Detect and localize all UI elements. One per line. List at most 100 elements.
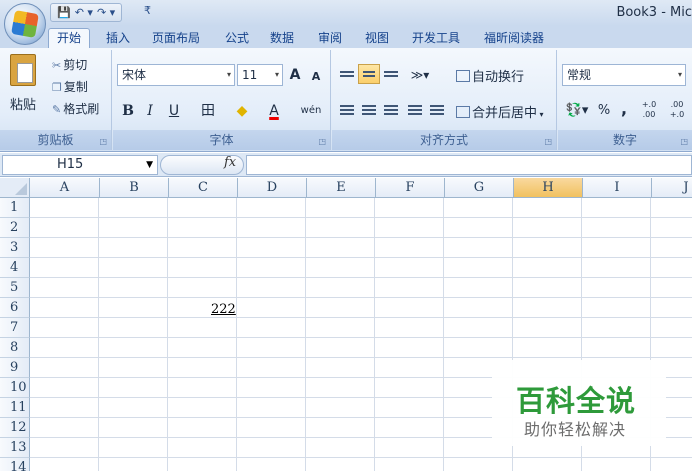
row-header-1[interactable]: 1 [0,198,30,218]
scissors-icon: ✂ [52,59,62,72]
chevron-down-icon: ▾ [537,110,544,119]
column-header-h[interactable]: H [514,178,583,198]
name-box[interactable]: H15 ▼ [2,155,158,175]
column-header-b[interactable]: B [100,178,169,198]
tab-data[interactable]: 数据 [270,29,294,48]
row-header-5[interactable]: 5 [0,278,30,298]
window-title: Book3 - Mic [616,5,692,20]
align-bottom-button[interactable] [380,64,402,84]
chevron-down-icon[interactable]: ▼ [146,156,153,174]
customize-qat-icon[interactable]: ₹ [144,4,151,17]
number-format-combo[interactable]: 常规 ▾ [562,64,686,86]
insert-function-button[interactable]: fx [224,155,236,170]
currency-icon: 💱▾ [565,103,589,118]
font-name-combo[interactable]: 宋体 ▾ [117,64,235,86]
clipboard-group-label: 剪贴板 [0,130,111,150]
align-center-button[interactable] [358,100,380,120]
align-right-button[interactable] [380,100,402,120]
shrink-font-button[interactable]: A [307,66,325,88]
tab-insert[interactable]: 插入 [106,29,130,48]
percent-button[interactable]: % [594,100,614,122]
undo-icon[interactable]: ↶ ▾ [75,6,93,19]
column-header-c[interactable]: C [169,178,238,198]
select-all-button[interactable] [0,178,30,198]
row-header-11[interactable]: 11 [0,398,30,418]
fill-color-button[interactable]: ◆ [229,100,255,122]
quick-access-toolbar: 💾 ↶ ▾ ↷ ▾ [50,3,123,22]
save-icon[interactable]: 💾 [57,6,71,19]
font-size-combo[interactable]: 11 ▾ [237,64,283,86]
dialog-launcher-icon[interactable]: ◳ [544,137,552,146]
border-button[interactable]: 田 [195,100,221,122]
number-group: 常规 ▾ 💱▾ % , +.0 .00 .00 +.0 数字 ◳ [558,50,692,150]
align-top-button[interactable] [336,64,358,84]
tab-foxit-reader[interactable]: 福昕阅读器 [484,29,544,48]
row-header-12[interactable]: 12 [0,418,30,438]
decrease-decimal-button[interactable]: .00 +.0 [664,100,690,122]
row-header-14[interactable]: 14 [0,458,30,471]
wrap-text-icon [456,70,470,82]
row-header-4[interactable]: 4 [0,258,30,278]
cell-c6[interactable]: 222 [211,302,236,317]
row-header-3[interactable]: 3 [0,238,30,258]
align-middle-button[interactable] [358,64,380,84]
orientation-button[interactable]: ≫▾ [406,64,434,86]
row-header-10[interactable]: 10 [0,378,30,398]
column-header-g[interactable]: G [445,178,514,198]
watermark-title: 百科全说 [516,384,637,418]
column-header-d[interactable]: D [238,178,307,198]
copy-button[interactable]: ❐ 复制 [52,78,88,95]
tab-formulas[interactable]: 公式 [225,29,249,48]
dialog-launcher-icon[interactable]: ◳ [680,137,688,146]
tab-view[interactable]: 视图 [365,29,389,48]
dialog-launcher-icon[interactable]: ◳ [318,137,326,146]
cut-button[interactable]: ✂ 剪切 [52,56,87,73]
row-header-7[interactable]: 7 [0,318,30,338]
column-header-j[interactable]: J [652,178,692,198]
office-button[interactable] [4,3,46,45]
italic-button[interactable]: I [141,100,159,122]
title-bar: 💾 ↶ ▾ ↷ ▾ ₹ Book3 - Mic [0,0,692,45]
copy-icon: ❐ [52,81,62,94]
column-header-e[interactable]: E [307,178,376,198]
paste-button[interactable]: 粘贴 [10,94,36,113]
column-header-i[interactable]: I [583,178,652,198]
row-header-9[interactable]: 9 [0,358,30,378]
accounting-format-button[interactable]: 💱▾ [562,100,592,122]
row-header-6[interactable]: 6 [0,298,30,318]
chevron-down-icon: ▾ [274,70,279,79]
decrease-indent-button[interactable] [404,100,426,120]
font-group: 宋体 ▾ 11 ▾ A A B I U 田 ◆ A wén 字体 ◳ [113,50,331,150]
alignment-group: ≫▾ 自动换行 合并后居中 ▾ 对齐方式 ◳ [332,50,557,150]
redo-icon[interactable]: ↷ ▾ [97,6,115,19]
wrap-text-button[interactable]: 自动换行 [456,66,524,85]
bold-button[interactable]: B [119,100,137,122]
row-header-13[interactable]: 13 [0,438,30,458]
tab-home[interactable]: 开始 [48,28,91,49]
tab-page-layout[interactable]: 页面布局 [152,29,200,48]
format-painter-button[interactable]: ✎ 格式刷 [52,100,99,117]
phonetic-guide-button[interactable]: wén [295,100,327,122]
comma-style-button[interactable]: , [616,98,632,120]
tab-review[interactable]: 审阅 [318,29,342,48]
underline-button[interactable]: U [163,100,185,122]
clipboard-group: 粘贴 ✂ 剪切 ❐ 复制 ✎ 格式刷 剪贴板 ◳ [0,50,112,150]
increase-indent-button[interactable] [426,100,448,120]
font-group-label: 字体 [113,130,330,150]
paste-icon[interactable] [10,54,36,86]
row-header-2[interactable]: 2 [0,218,30,238]
column-header-a[interactable]: A [30,178,100,198]
merge-center-button[interactable]: 合并后居中 ▾ [456,102,544,121]
watermark: 百科全说 助你轻松解决 [492,360,666,446]
row-header-8[interactable]: 8 [0,338,30,358]
align-left-button[interactable] [336,100,358,120]
font-color-button[interactable]: A [261,100,287,122]
column-header-f[interactable]: F [376,178,445,198]
dialog-launcher-icon[interactable]: ◳ [99,137,107,146]
increase-decimal-button[interactable]: +.0 .00 [636,100,662,122]
formula-input[interactable] [246,155,692,175]
chevron-down-icon: ▾ [677,70,682,79]
tab-developer[interactable]: 开发工具 [412,29,460,48]
grow-font-button[interactable]: A [285,64,305,86]
merge-cells-icon [456,106,470,118]
